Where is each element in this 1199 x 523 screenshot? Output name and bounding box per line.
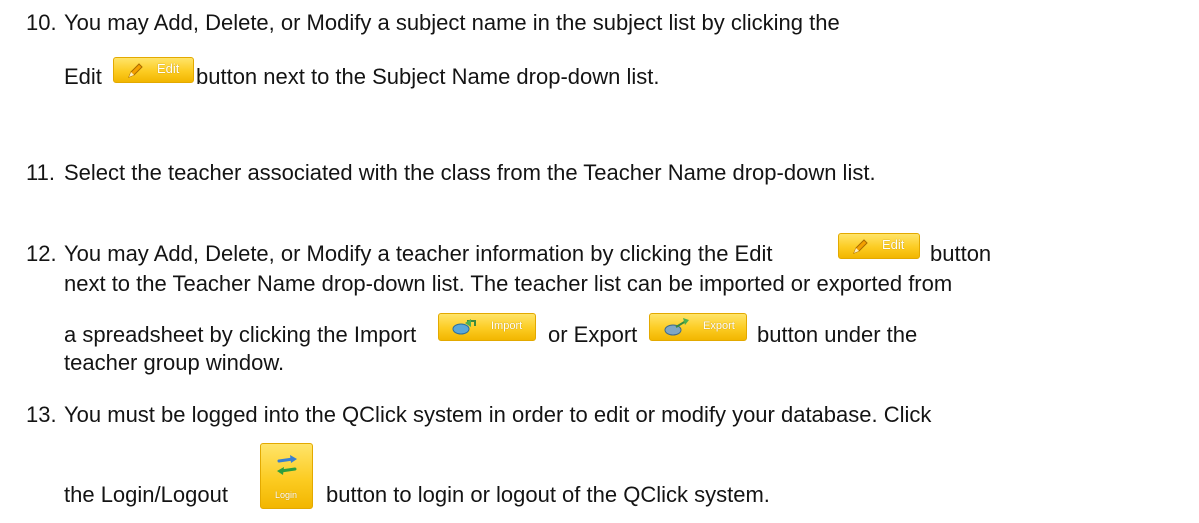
edit-button-label: Edit bbox=[157, 61, 180, 76]
login-button[interactable]: Login bbox=[260, 443, 313, 509]
edit-button[interactable]: Edit bbox=[113, 57, 194, 83]
step-text: You may Add, Delete, or Modify a subject… bbox=[64, 10, 840, 35]
step-number: 10. bbox=[26, 10, 57, 35]
import-button-label: Import bbox=[491, 320, 523, 332]
export-button-label: Export bbox=[703, 320, 735, 332]
step-number: 12. bbox=[26, 241, 57, 266]
step-number: 11. bbox=[26, 160, 55, 185]
export-icon bbox=[664, 318, 689, 336]
edit-button-label: Edit bbox=[882, 237, 905, 252]
step-text: button under the bbox=[757, 322, 918, 347]
step-text: button next to the Subject Name drop-dow… bbox=[196, 64, 660, 89]
step-text: button to login or logout of the QClick … bbox=[326, 482, 770, 507]
step-text: You may Add, Delete, or Modify a teacher… bbox=[64, 241, 773, 266]
pencil-icon bbox=[853, 239, 868, 254]
step-text: teacher group window. bbox=[64, 350, 285, 375]
step-number: 13. bbox=[26, 402, 57, 427]
step-text: the Login/Logout bbox=[64, 482, 228, 507]
step-text: You must be logged into the QClick syste… bbox=[64, 402, 932, 427]
login-button-label: Login bbox=[275, 490, 298, 500]
step-text: Edit bbox=[64, 64, 102, 89]
edit-button[interactable]: Edit bbox=[838, 233, 920, 259]
step-text: next to the Teacher Name drop-down list.… bbox=[64, 271, 953, 296]
import-button[interactable]: Import bbox=[438, 313, 536, 341]
pencil-icon bbox=[128, 63, 143, 78]
step-text: button bbox=[930, 241, 992, 266]
step-text: a spreadsheet by clicking the Import bbox=[64, 322, 417, 347]
import-icon bbox=[452, 319, 476, 335]
step-text: or Export bbox=[548, 322, 638, 347]
export-button[interactable]: Export bbox=[649, 313, 747, 341]
step-text: Select the teacher associated with the c… bbox=[64, 160, 876, 185]
swap-arrows-icon bbox=[277, 455, 297, 475]
